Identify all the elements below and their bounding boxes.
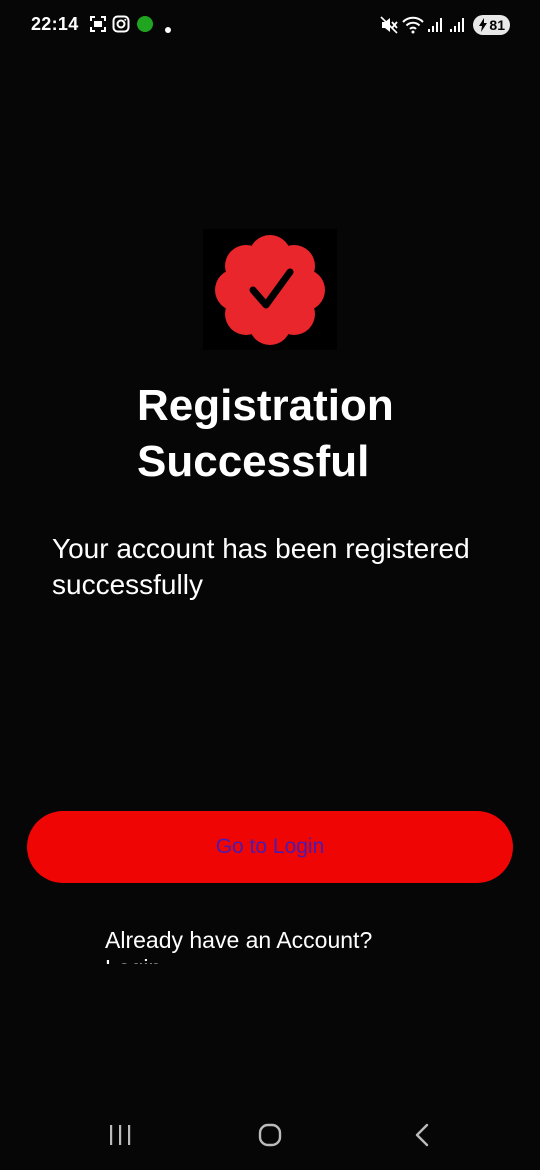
go-to-login-button[interactable]: Go to Login [27,811,513,883]
signal-icon [449,17,465,38]
account-prompt: Already have an Account? Login [105,926,425,964]
account-prompt-text: Already have an Account? [105,927,373,953]
wifi-icon [402,16,424,39]
success-message: Your account has been registered success… [52,533,470,600]
instagram-icon [112,15,130,38]
green-dot-icon [136,15,154,38]
battery-icon: 81 [473,15,510,35]
home-icon[interactable] [257,1122,283,1153]
signal-icon [427,17,443,38]
back-icon[interactable] [410,1122,434,1153]
navigation-bar [0,1100,540,1170]
status-time: 22:14 [31,14,79,34]
recent-apps-icon[interactable] [108,1122,132,1153]
screenshot-icon [89,15,107,38]
mute-icon [380,16,398,39]
login-link[interactable]: Login [105,954,425,964]
status-bar: 22:14 81 [0,0,540,52]
page-title: Registration Successful [137,381,394,486]
notification-dot-icon [164,21,172,39]
verified-badge-icon [215,235,325,345]
success-badge [203,229,337,350]
battery-level: 81 [489,17,505,33]
